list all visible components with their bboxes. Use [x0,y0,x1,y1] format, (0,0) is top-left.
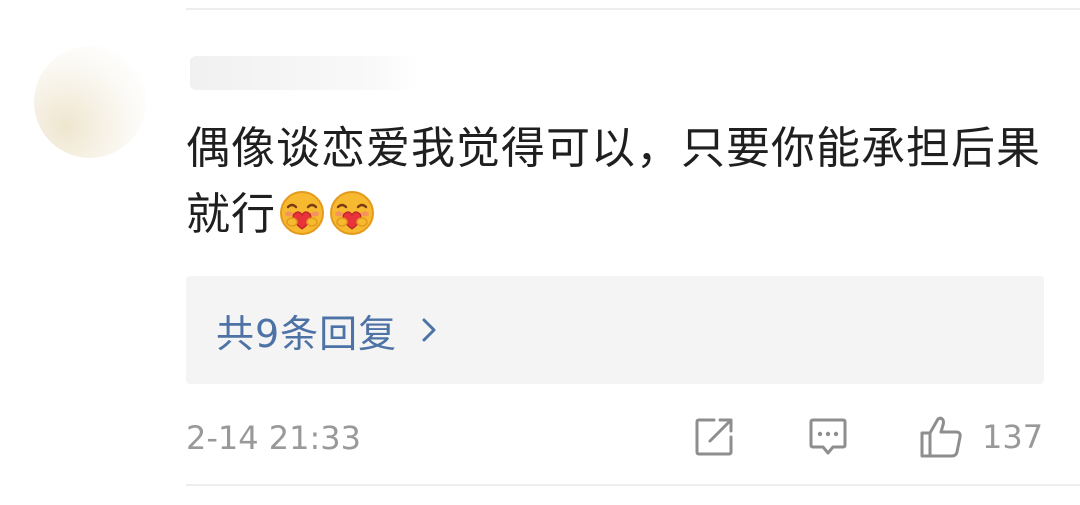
view-replies-button[interactable]: 共9条回复 [186,276,1044,384]
hug-heart-emoji-icon [328,189,376,237]
share-button[interactable] [692,414,736,460]
comment-body: 偶像谈恋爱我觉得可以，只要你能承担后果就行 [186,116,1046,248]
comment-timestamp: 2-14 21:33 [186,419,362,457]
comment-button[interactable] [806,414,850,460]
divider-bottom [186,484,1080,486]
share-edit-icon [695,418,733,456]
chevron-right-icon [422,318,436,342]
thumbs-up-icon [920,416,962,458]
replies-label: 共9条回复 [216,311,398,356]
like-count: 137 [982,418,1044,456]
like-button[interactable]: 137 [918,414,1043,460]
comment-icon [809,418,847,455]
hug-heart-emoji-icon [278,189,326,237]
username-blurred[interactable] [190,56,420,90]
avatar[interactable] [34,46,146,158]
divider-top [186,8,1080,10]
comment-item: 偶像谈恋爱我觉得可以，只要你能承担后果就行 共9条回复 2-14 21:33 1… [0,0,1080,505]
